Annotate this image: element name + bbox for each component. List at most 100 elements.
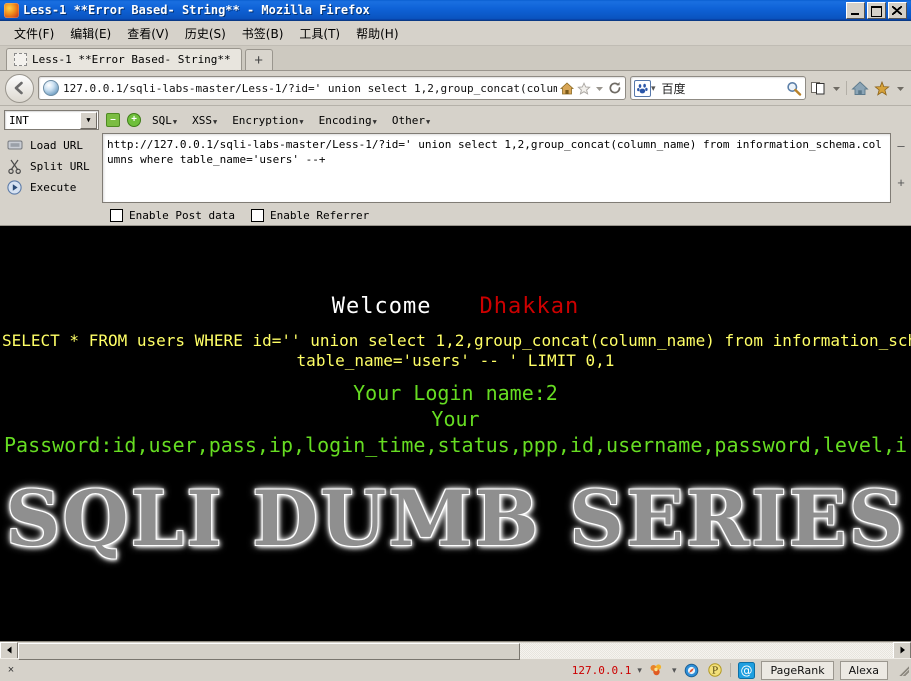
hackbar-menu-other[interactable]: Other▼ <box>388 113 434 128</box>
close-button[interactable] <box>888 1 907 19</box>
svg-text:@: @ <box>740 663 752 677</box>
baidu-paw-icon[interactable] <box>634 79 651 97</box>
execute-play-icon <box>6 179 23 195</box>
magnifier-icon[interactable] <box>786 81 802 96</box>
page-content: Welcome Dhakkan SELECT * FROM users WHERE… <box>0 226 911 641</box>
toolbar-divider <box>846 81 847 95</box>
compass-icon[interactable] <box>682 662 700 679</box>
pagerank-button[interactable]: PageRank <box>761 660 834 680</box>
menu-help[interactable]: 帮助(H) <box>348 23 406 44</box>
sql-query-line-1: SELECT * FROM users WHERE id='' union se… <box>2 331 911 350</box>
minimize-button[interactable] <box>846 1 865 19</box>
hackbar-options-row: Enable Post data Enable Referrer <box>0 205 911 225</box>
tab-label: Less-1 **Error Based- String** <box>32 53 231 66</box>
at-sign-icon[interactable]: @ <box>737 661 755 679</box>
search-input[interactable]: 百度 <box>656 80 786 97</box>
star-icon[interactable] <box>577 81 591 95</box>
horizontal-scrollbar[interactable] <box>0 641 911 660</box>
page-copy-icon[interactable] <box>810 80 827 96</box>
chevron-down-icon: ▼ <box>372 117 377 126</box>
title-bar: Less-1 **Error Based- String** - Mozilla… <box>0 0 911 21</box>
hackbar-menu-sql-label: SQL <box>152 113 172 127</box>
status-ip-chevron-icon[interactable]: ▾ <box>637 665 642 676</box>
url-text: 127.0.0.1/sqli-labs-master/Less-1/?id=' … <box>63 81 557 95</box>
resize-grip[interactable] <box>897 664 909 676</box>
hackbar-type-value: INT <box>9 113 29 127</box>
navigation-bar: 127.0.0.1/sqli-labs-master/Less-1/?id=' … <box>0 71 911 106</box>
favicon-placeholder-icon <box>14 53 27 66</box>
chevron-down-icon: ▼ <box>172 117 178 126</box>
pagerank-p-icon[interactable]: P <box>706 662 724 679</box>
status-divider <box>730 663 732 677</box>
hackbar-menu-encoding-label: Encoding <box>318 113 372 127</box>
svg-text:P: P <box>712 667 718 677</box>
maximize-button[interactable] <box>867 1 886 19</box>
back-button[interactable] <box>5 73 34 103</box>
browser-window: Less-1 **Error Based- String** - Mozilla… <box>0 0 911 681</box>
status-close-button[interactable]: × <box>2 664 20 676</box>
scissors-icon <box>6 158 23 174</box>
hackbar-actions: Load URL Split URL Execute <box>2 133 102 196</box>
menu-bookmarks[interactable]: 书签(B) <box>234 23 292 44</box>
scroll-left-button[interactable] <box>0 641 18 659</box>
home-icon-toolbar[interactable] <box>851 80 869 96</box>
hackbar-decrease-button[interactable]: – <box>106 113 120 127</box>
sql-query-line-2: table_name='users' -- ' LIMIT 0,1 <box>296 351 615 370</box>
flower-icon[interactable] <box>648 662 666 679</box>
menu-tools[interactable]: 工具(T) <box>291 23 348 44</box>
bookmarks-star-icon[interactable] <box>873 80 891 96</box>
menu-edit[interactable]: 编辑(E) <box>62 23 119 44</box>
url-bar[interactable]: 127.0.0.1/sqli-labs-master/Less-1/?id=' … <box>38 76 626 100</box>
chevron-down-icon-2[interactable] <box>895 83 906 94</box>
menu-file[interactable]: 文件(F) <box>6 23 62 44</box>
split-url-button[interactable]: Split URL <box>2 157 102 175</box>
enable-post-data-checkbox[interactable] <box>110 208 123 222</box>
login-name-result: Your Login name:2 <box>353 381 558 405</box>
status-bar: × 127.0.0.1 ▾ ▾ P @ PageRank Alexa <box>0 658 911 681</box>
new-tab-button[interactable]: + <box>244 49 273 70</box>
your-label: Your <box>431 407 480 431</box>
hackbar-menu-xss[interactable]: XSS▼ <box>188 113 221 128</box>
enable-referrer-label: Enable Referrer <box>269 208 370 222</box>
menu-history[interactable]: 历史(S) <box>177 23 234 44</box>
menu-bar: 文件(F) 编辑(E) 查看(V) 历史(S) 书签(B) 工具(T) 帮助(H… <box>0 21 911 46</box>
execute-label: Execute <box>30 180 77 194</box>
hackbar-menu-encoding[interactable]: Encoding▼ <box>315 113 381 128</box>
hackbar-grow-button[interactable]: + <box>897 176 905 189</box>
enable-post-data-option[interactable]: Enable Post data <box>110 208 235 222</box>
tab-strip: Less-1 **Error Based- String** + <box>0 46 911 71</box>
menu-view[interactable]: 查看(V) <box>119 23 177 44</box>
chevron-down-icon[interactable]: ▼ <box>80 111 97 129</box>
home-icon[interactable] <box>560 81 574 95</box>
hackbar-middle-row: Load URL Split URL Execute http://127.0.… <box>0 133 911 205</box>
hackbar-menu-encryption[interactable]: Encryption▼ <box>228 113 307 128</box>
search-bar[interactable]: ▾ 百度 <box>630 76 806 100</box>
hackbar-resize-controls: – + <box>891 133 911 195</box>
alexa-button[interactable]: Alexa <box>839 660 888 680</box>
hackbar-url-textarea[interactable]: http://127.0.0.1/sqli-labs-master/Less-1… <box>102 133 891 203</box>
enable-referrer-option[interactable]: Enable Referrer <box>250 208 370 222</box>
hackbar-menu-sql[interactable]: SQL▼ <box>148 113 181 128</box>
scroll-right-button[interactable] <box>893 641 911 659</box>
sql-query-display: SELECT * FROM users WHERE id='' union se… <box>0 331 911 371</box>
scrollbar-thumb[interactable] <box>18 642 520 660</box>
welcome-text: Welcome <box>331 294 432 319</box>
scrollbar-track[interactable] <box>18 642 893 660</box>
chevron-down-icon-1[interactable] <box>831 83 842 94</box>
reload-icon[interactable] <box>608 81 622 95</box>
brand-text: Dhakkan <box>479 294 580 319</box>
hackbar-menu-xss-label: XSS <box>192 113 212 127</box>
status-flower-chevron-icon[interactable]: ▾ <box>672 665 677 676</box>
chevron-down-icon[interactable] <box>594 83 605 94</box>
hackbar-type-select[interactable]: INT ▼ <box>4 110 99 130</box>
load-url-button[interactable]: Load URL <box>2 136 102 154</box>
enable-referrer-checkbox[interactable] <box>250 208 264 222</box>
chevron-down-icon: ▼ <box>425 117 431 126</box>
hackbar-increase-button[interactable]: + <box>127 113 141 127</box>
hackbar-shrink-button[interactable]: – <box>897 139 904 152</box>
hackbar-menu-other-label: Other <box>391 113 425 127</box>
tab-active[interactable]: Less-1 **Error Based- String** <box>6 48 242 70</box>
page-body: Welcome Dhakkan SELECT * FROM users WHERE… <box>0 226 911 641</box>
execute-button[interactable]: Execute <box>2 178 102 196</box>
load-url-label: Load URL <box>30 138 83 152</box>
